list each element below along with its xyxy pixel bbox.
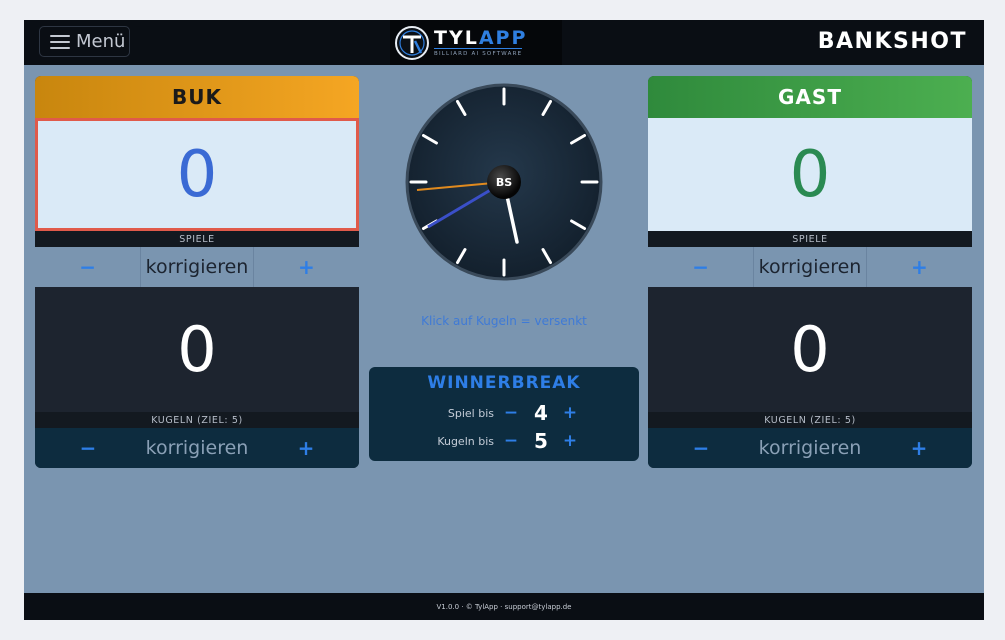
logo-word-app: APP	[478, 26, 528, 49]
logo-word-tyl: TYL	[434, 26, 479, 49]
winnerbreak-row-balls: Kugeln bis − 5 +	[369, 429, 639, 456]
player-name[interactable]: BUK	[35, 76, 359, 118]
balls-minus-button[interactable]: −	[648, 428, 754, 468]
app-window: Menü TYLAPP BILLIARD AI SOFTWARE BANKSHO…	[24, 20, 984, 620]
balls-score[interactable]: 0	[35, 287, 359, 412]
page-title: BANKSHOT	[817, 29, 967, 54]
player-panel-1: BUK 0 SPIELE − korrigieren + 0 KUGELN (Z…	[35, 76, 359, 468]
logo-mark-icon	[395, 25, 429, 60]
balls-target-plus-button[interactable]: +	[560, 431, 580, 451]
games-correction-row: − korrigieren +	[35, 247, 359, 287]
games-minus-button[interactable]: −	[35, 247, 140, 287]
games-correct-button[interactable]: korrigieren	[753, 247, 867, 287]
balls-target-value: 5	[534, 429, 548, 453]
games-correct-button[interactable]: korrigieren	[140, 247, 254, 287]
hamburger-icon	[50, 34, 70, 49]
top-bar: Menü TYLAPP BILLIARD AI SOFTWARE BANKSHO…	[24, 20, 984, 65]
balls-target-minus-button[interactable]: −	[501, 431, 521, 451]
clock-center-label: BS	[496, 176, 512, 189]
balls-caption: KUGELN (ZIEL: 5)	[648, 412, 972, 428]
games-correction-row: − korrigieren +	[648, 247, 972, 287]
games-score[interactable]: 0	[648, 118, 972, 231]
shot-clock[interactable]: BS	[404, 82, 604, 282]
games-target-plus-button[interactable]: +	[560, 403, 580, 423]
balls-plus-button[interactable]: +	[253, 428, 359, 468]
balls-correction-row: − korrigieren +	[648, 428, 972, 468]
tylapp-logo: TYLAPP BILLIARD AI SOFTWARE	[390, 20, 562, 65]
games-target-value: 4	[534, 401, 548, 425]
balls-plus-button[interactable]: +	[866, 428, 972, 468]
balls-score[interactable]: 0	[648, 287, 972, 412]
balls-minus-button[interactable]: −	[35, 428, 141, 468]
balls-correct-button[interactable]: korrigieren	[754, 428, 866, 468]
winnerbreak-row-games: Spiel bis − 4 +	[369, 401, 639, 428]
games-minus-button[interactable]: −	[648, 247, 753, 287]
hint-text: Klick auf Kugeln = versenkt	[421, 314, 587, 328]
menu-label: Menü	[76, 31, 126, 52]
logo-subtitle: BILLIARD AI SOFTWARE	[434, 47, 523, 58]
winnerbreak-title: WINNERBREAK	[427, 373, 581, 393]
games-score[interactable]: 0	[35, 118, 359, 231]
balls-correct-button[interactable]: korrigieren	[141, 428, 253, 468]
balls-correction-row: − korrigieren +	[35, 428, 359, 468]
games-caption: SPIELE	[648, 231, 972, 247]
player-name[interactable]: GAST	[648, 76, 972, 118]
winnerbreak-panel: WINNERBREAK Spiel bis − 4 + Kugeln bis −…	[369, 367, 639, 461]
balls-caption: KUGELN (ZIEL: 5)	[35, 412, 359, 428]
games-target-minus-button[interactable]: −	[501, 403, 521, 423]
games-caption: SPIELE	[35, 231, 359, 247]
menu-button[interactable]: Menü	[39, 26, 130, 57]
footer: V1.0.0 · © TylApp · support@tylapp.de	[24, 593, 984, 620]
player-panel-2: GAST 0 SPIELE − korrigieren + 0 KUGELN (…	[648, 76, 972, 468]
games-plus-button[interactable]: +	[867, 247, 972, 287]
games-plus-button[interactable]: +	[254, 247, 359, 287]
balls-target-label: Kugeln bis	[437, 435, 494, 448]
games-target-label: Spiel bis	[447, 407, 494, 420]
